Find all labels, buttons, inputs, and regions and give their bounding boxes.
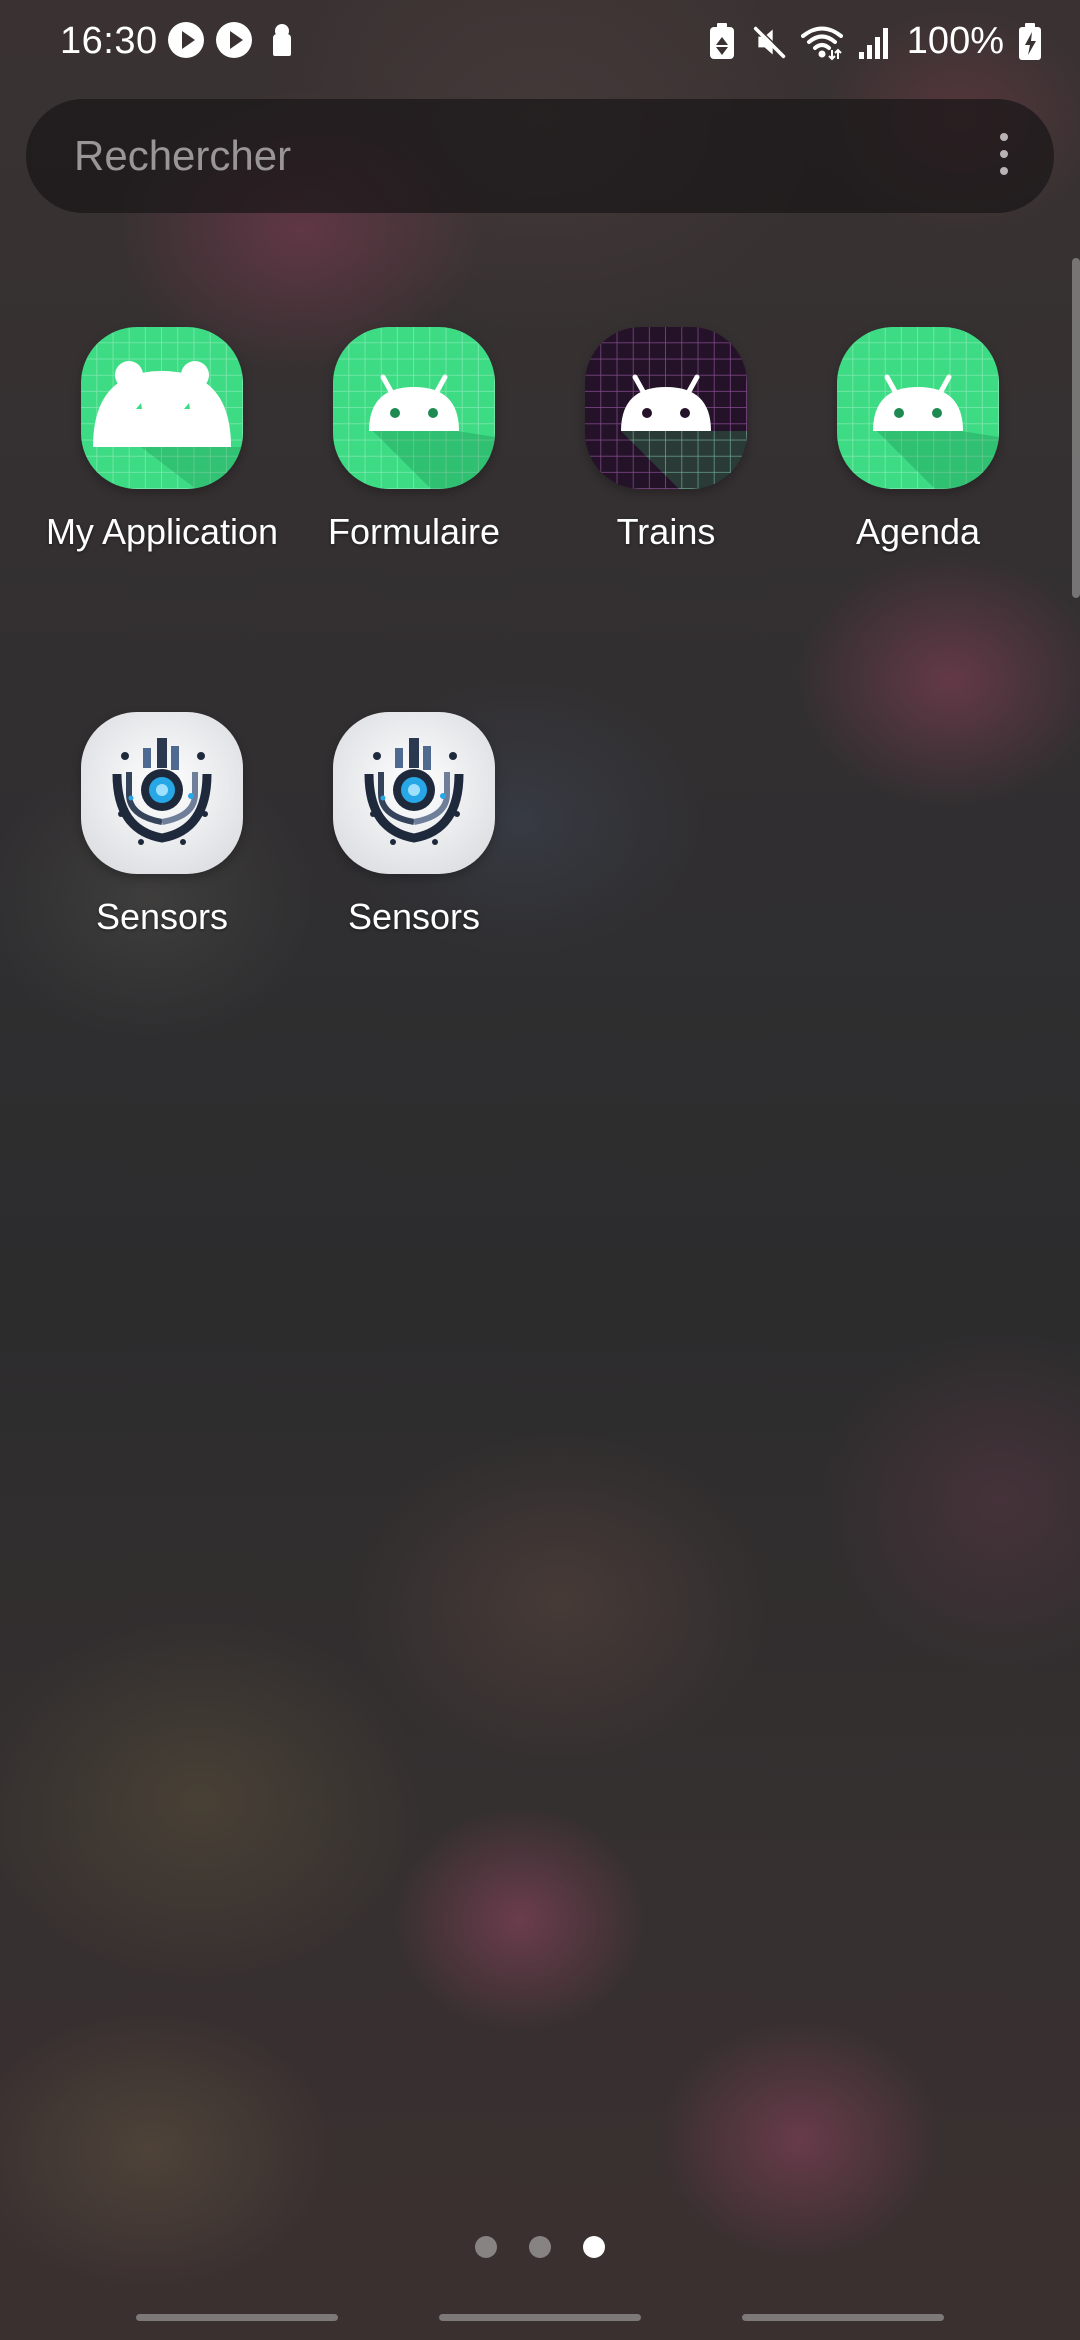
app-label: Formulaire [327,511,501,552]
play-icon [216,22,252,58]
navigation-bar [0,2314,1080,2326]
play-icon [168,22,204,58]
nav-recents-handle[interactable] [136,2314,338,2321]
wifi-icon [800,26,843,60]
status-time: 16:30 [60,20,158,62]
android-icon[interactable] [585,327,747,489]
android-icon[interactable] [837,327,999,489]
page-dot[interactable] [475,2236,497,2258]
app-trains[interactable]: Trains [541,327,791,553]
app-my-application[interactable]: My Application [37,327,287,553]
signal-icon [858,27,888,59]
app-label: Trains [616,511,716,552]
battery-percentage: 100% [906,20,1004,62]
sensor-chip-icon[interactable] [81,712,243,874]
app-label: Sensors [347,896,481,937]
keyhole-icon [270,22,294,58]
notification-icons [168,22,294,58]
status-bar: 16:30 100% [0,0,1080,84]
app-formulaire[interactable]: Formulaire [289,327,539,553]
system-icons: 100% [705,20,1042,63]
app-label: Sensors [95,896,229,937]
battery-saver-icon [709,22,734,59]
bear-icon[interactable] [81,327,243,489]
sensor-chip-icon[interactable] [333,712,495,874]
more-vert-icon[interactable] [994,133,1014,179]
search-bar[interactable]: Rechercher [26,99,1054,213]
mute-icon [753,25,786,58]
android-icon[interactable] [333,327,495,489]
scrollbar[interactable] [1072,258,1080,598]
page-dot-active[interactable] [583,2236,605,2258]
battery-charging-icon [1019,22,1041,60]
app-label: My Application [45,511,279,552]
page-indicator[interactable] [0,2236,1080,2258]
app-label: Agenda [855,511,981,552]
nav-back-handle[interactable] [742,2314,944,2321]
page-dot[interactable] [529,2236,551,2258]
app-agenda[interactable]: Agenda [793,327,1043,553]
app-sensors[interactable]: Sensors [37,712,287,938]
nav-home-handle[interactable] [439,2314,641,2321]
search-input[interactable]: Rechercher [74,132,291,180]
app-sensors[interactable]: Sensors [289,712,539,938]
